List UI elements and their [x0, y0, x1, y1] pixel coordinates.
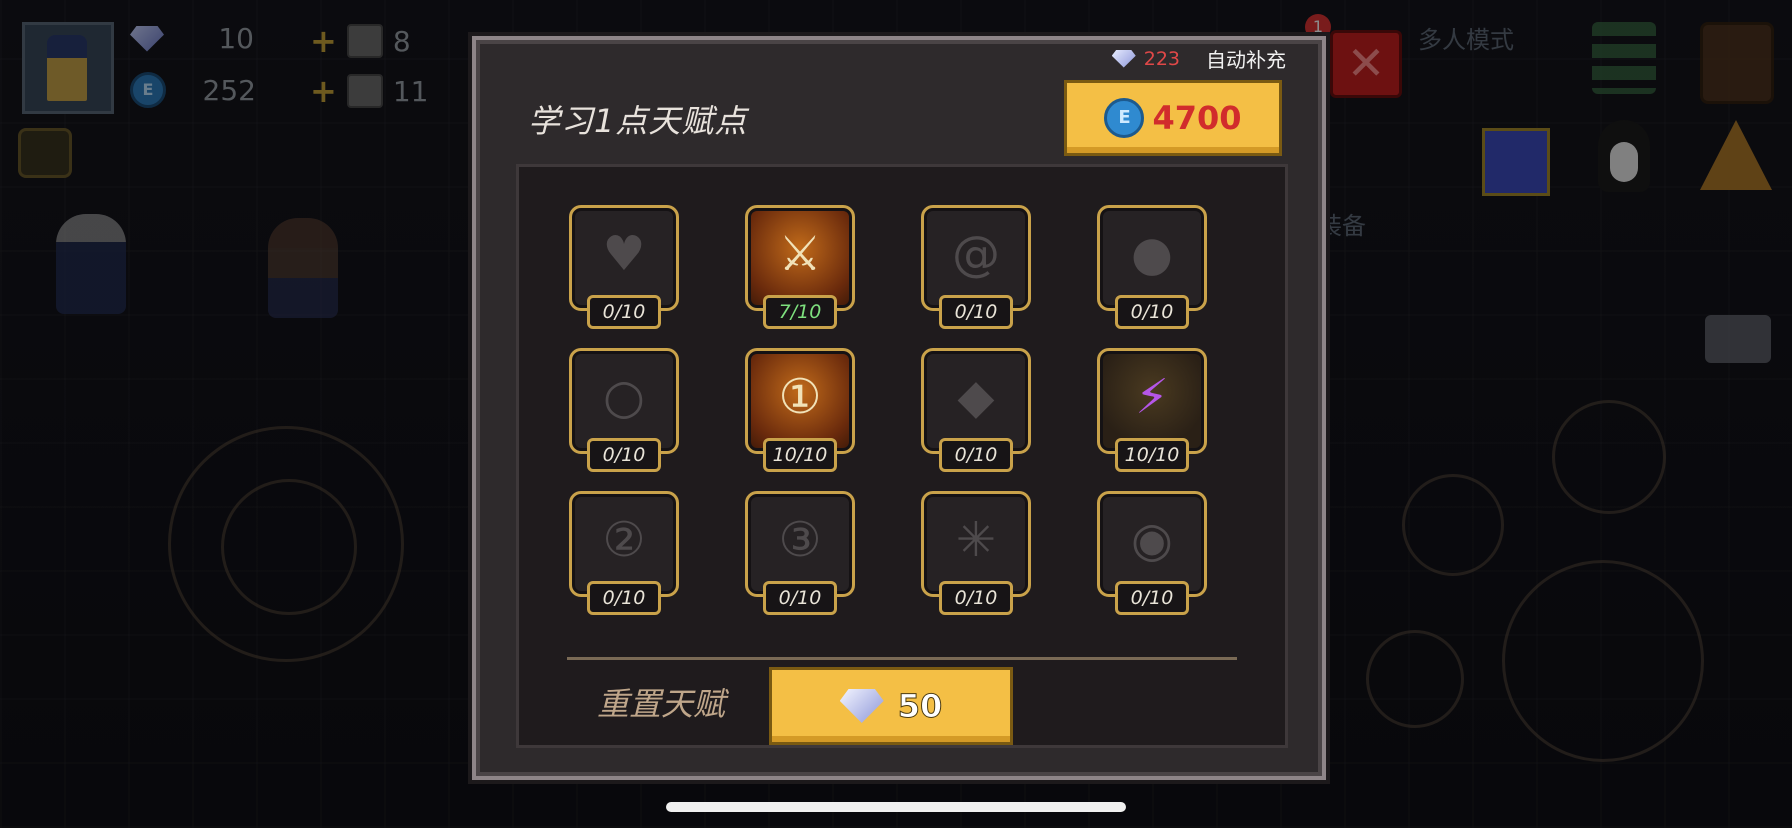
home-indicator[interactable] [666, 802, 1126, 812]
bubble-icon: ○ [603, 369, 645, 425]
ring-2-icon: ② [602, 512, 646, 568]
talent-level: 10/10 [763, 438, 837, 472]
talent-level: 0/10 [939, 581, 1013, 615]
drop-icon: ● [1131, 226, 1173, 282]
reset-talent-label: 重置天赋 [597, 685, 726, 723]
talent-slot[interactable]: ○ 0/10 [569, 348, 679, 473]
gem-icon [839, 689, 884, 723]
talent-slot[interactable]: @0/10 [921, 205, 1031, 330]
divider [567, 657, 1237, 660]
ring-1-icon: ① [778, 369, 822, 425]
talent-level: 0/10 [939, 438, 1013, 472]
talent-level: 10/10 [1115, 438, 1189, 472]
talent-level: 0/10 [1115, 581, 1189, 615]
talent-slot[interactable]: ◉ 0/10 [1097, 491, 1207, 616]
talent-level: 7/10 [763, 295, 837, 329]
talent-slot[interactable]: ② 0/10 [569, 491, 679, 616]
talent-slot[interactable]: ① 10/10 [745, 348, 855, 473]
talent-slot[interactable]: ◆ 0/10 [921, 348, 1031, 473]
autofill-label: 自动补充 [1206, 48, 1286, 72]
talent-slot[interactable]: ✳ 0/10 [921, 491, 1031, 616]
talent-slot[interactable]: ♥ 0/10 [569, 205, 679, 330]
talent-level: 0/10 [763, 581, 837, 615]
talent-level: 0/10 [939, 295, 1013, 329]
panel-title: 学习1点天赋点 [528, 102, 748, 140]
autofill-toggle[interactable]: 223 自动补充 [1111, 44, 1286, 73]
eye-icon: ◉ [1131, 512, 1173, 568]
learn-talent-button[interactable]: E 4700 [1064, 80, 1282, 156]
gem-icon [1111, 49, 1136, 68]
talent-slot[interactable]: ● 0/10 [1097, 205, 1207, 330]
talent-panel: 223 自动补充 学习1点天赋点 E 4700 ♥ 0/10 ⚔ 7/10 @0/1… [472, 36, 1326, 780]
lightning-icon: ⚡ [1135, 369, 1169, 425]
talent-level: 0/10 [587, 438, 661, 472]
talent-level: 0/10 [587, 295, 661, 329]
reset-cost: 50 [897, 687, 943, 726]
talent-level: 0/10 [1115, 295, 1189, 329]
talent-slot[interactable]: ⚡ 10/10 [1097, 348, 1207, 473]
swirl-icon: @ [952, 226, 1000, 282]
ring-3-icon: ③ [778, 512, 822, 568]
heart-icon: ♥ [602, 226, 646, 282]
sword-icon: ⚔ [778, 226, 822, 282]
talent-slot[interactable]: ③ 0/10 [745, 491, 855, 616]
learn-cost: 4700 [1152, 99, 1242, 137]
talent-slot[interactable]: ⚔ 7/10 [745, 205, 855, 330]
talent-grid-container: ♥ 0/10 ⚔ 7/10 @0/10 ● 0/10 ○ 0/10 ① 10/10 ◆ 0/… [516, 164, 1288, 748]
diamond-icon: ◆ [957, 369, 995, 425]
spark-icon: ✳ [955, 512, 997, 568]
talent-level: 0/10 [587, 581, 661, 615]
coin-icon: E [1104, 98, 1145, 138]
autofill-gem-count: 223 [1143, 47, 1180, 70]
reset-talent-button[interactable]: 50 [769, 667, 1013, 745]
talent-grid: ♥ 0/10 ⚔ 7/10 @0/10 ● 0/10 ○ 0/10 ① 10/10 ◆ 0/… [569, 205, 1207, 616]
